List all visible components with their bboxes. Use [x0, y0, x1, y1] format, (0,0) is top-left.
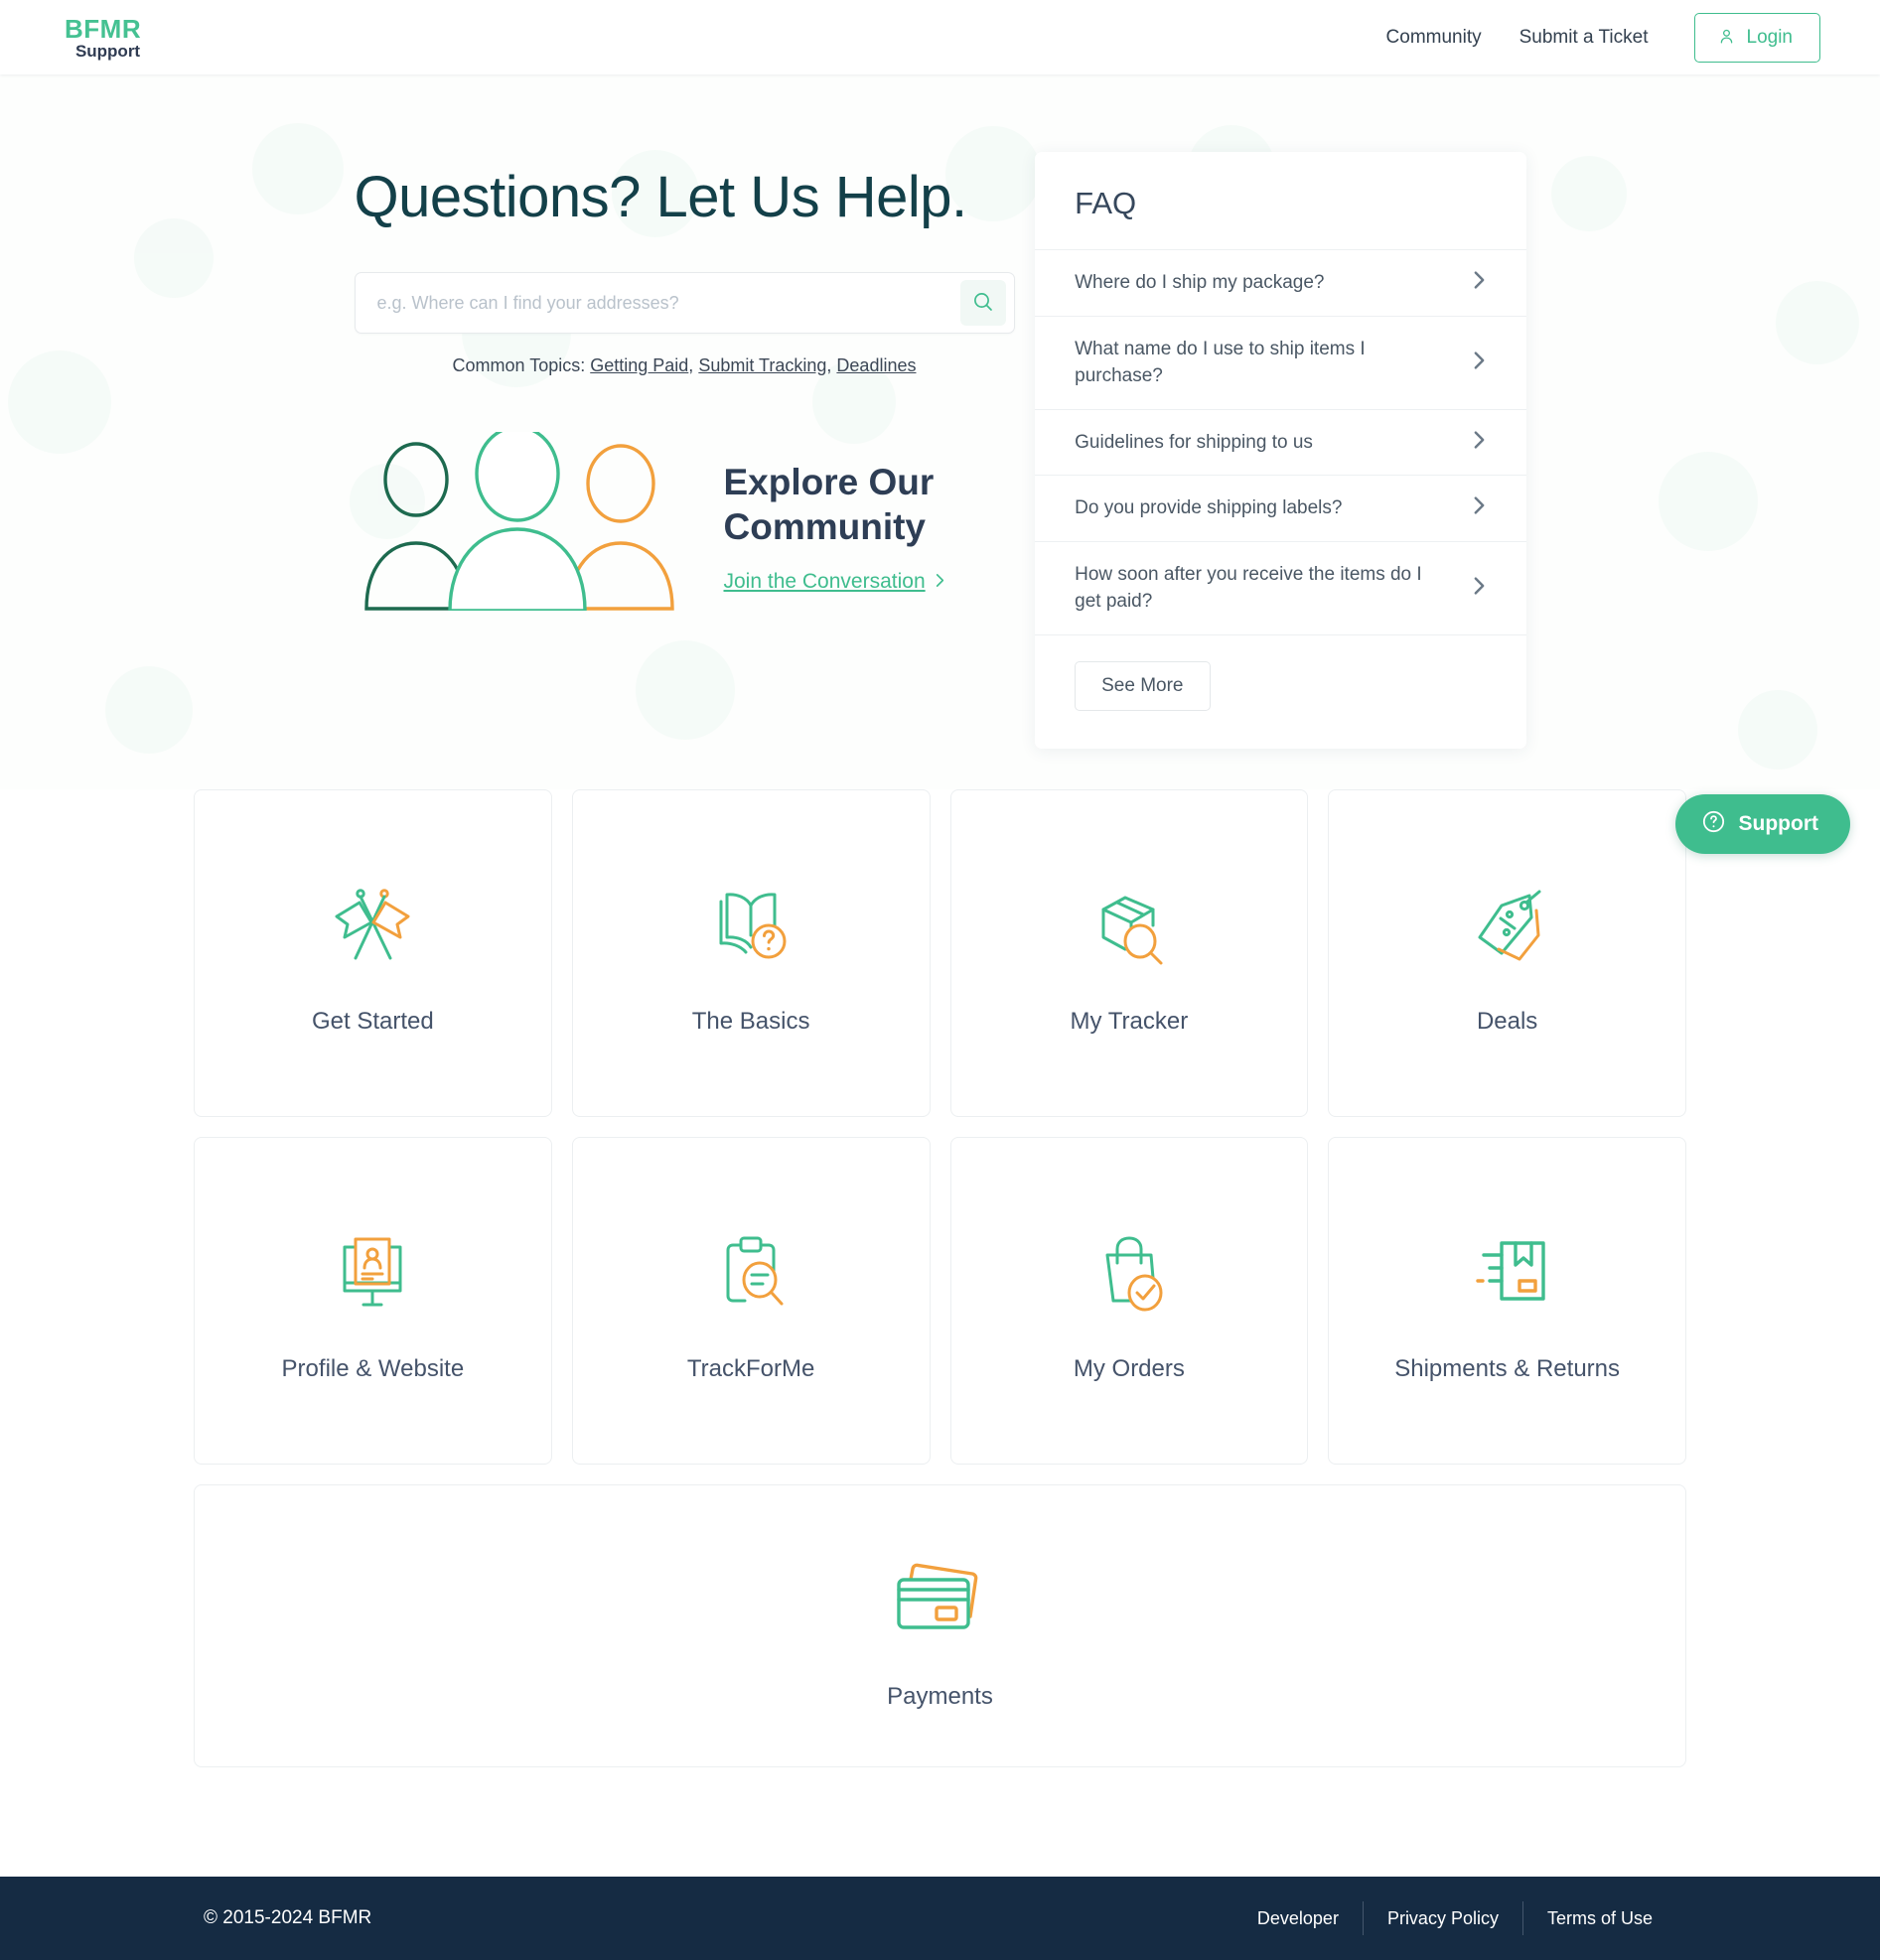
common-topic-getting-paid[interactable]: Getting Paid [590, 355, 688, 375]
category-card-get-started[interactable]: Get Started [194, 789, 552, 1117]
box-magnifier-icon [1080, 871, 1179, 980]
search-submit-button[interactable] [959, 280, 1006, 326]
search-icon [971, 290, 995, 317]
hero-left-column: Questions? Let Us Help. Common Topics: [354, 74, 1036, 749]
common-topic-submit-tracking[interactable]: Submit Tracking [698, 355, 826, 375]
nav-link-submit-a-ticket[interactable]: Submit a Ticket [1519, 27, 1649, 49]
category-card-my-orders[interactable]: My Orders [949, 1137, 1309, 1465]
chevron-right-icon [934, 570, 946, 594]
login-button[interactable]: Login [1693, 12, 1820, 63]
page-root: BFMR Support Community Submit a Ticket L… [0, 0, 1880, 1960]
page-title: Questions? Let Us Help. [354, 165, 968, 229]
search-bar [354, 272, 1015, 334]
category-card-label: My Tracker [1070, 1008, 1189, 1035]
brand-logo[interactable]: BFMR Support [65, 16, 141, 60]
common-topics: Common Topics: Getting Paid, Submit Trac… [355, 355, 1015, 376]
hero-inner: Questions? Let Us Help. Common Topics: [106, 74, 1775, 749]
category-card-shipments-returns[interactable]: Shipments & Returns [1328, 1137, 1686, 1465]
join-the-conversation-link[interactable]: Join the Conversation [724, 570, 946, 594]
footer-link-terms-of-use[interactable]: Terms of Use [1523, 1908, 1676, 1929]
join-the-conversation-label: Join the Conversation [723, 570, 926, 594]
user-icon [1717, 27, 1736, 49]
hero-section: Questions? Let Us Help. Common Topics: [0, 74, 1880, 789]
faq-question: What name do I use to ship items I purch… [1075, 338, 1366, 387]
header-nav: Community Submit a Ticket Login [1386, 12, 1820, 63]
community-block: Explore Our Community Join the Conversat… [355, 425, 1036, 616]
category-row-2: Profile & Website TrackForMe My Orders S… [194, 1137, 1686, 1465]
question-circle-icon [1701, 809, 1726, 839]
category-card-my-tracker[interactable]: My Tracker [949, 789, 1309, 1117]
category-card-label: Shipments & Returns [1394, 1355, 1621, 1382]
search-input[interactable] [376, 292, 960, 314]
faq-question: Guidelines for shipping to us [1075, 431, 1313, 453]
footer-links: Developer Privacy Policy Terms of Use [1233, 1901, 1676, 1935]
category-card-label: My Orders [1073, 1355, 1185, 1382]
category-card-label: Get Started [312, 1008, 434, 1035]
brand-logo-sub: Support [74, 41, 141, 61]
faq-header: FAQ [1035, 152, 1526, 250]
faq-item[interactable]: Guidelines for shipping to us [1035, 410, 1526, 477]
monitor-profile-icon [323, 1218, 422, 1328]
page-footer: © 2015-2024 BFMR Developer Privacy Polic… [0, 1877, 1880, 1960]
faq-title: FAQ [1075, 186, 1137, 220]
category-card-label: Profile & Website [281, 1355, 465, 1382]
faq-footer: See More [1035, 635, 1525, 749]
category-card-label: Deals [1476, 1008, 1538, 1035]
faq-question: Where do I ship my package? [1075, 272, 1325, 293]
faq-question: Do you provide shipping labels? [1075, 497, 1343, 519]
open-book-question-icon [701, 871, 800, 980]
chevron-right-icon [1472, 429, 1487, 456]
chevron-right-icon [1472, 269, 1487, 296]
nav-link-community[interactable]: Community [1386, 27, 1482, 49]
category-grid: Get Started The Basics My Tracker Deals … [0, 789, 1880, 1767]
see-more-button[interactable]: See More [1075, 660, 1211, 711]
category-row-3: Payments [194, 1484, 1686, 1767]
faq-card: FAQ Where do I ship my package? What nam… [1035, 152, 1526, 749]
category-card-trackforme[interactable]: TrackForMe [571, 1137, 931, 1465]
community-text: Explore Our Community Join the Conversat… [724, 454, 982, 594]
credit-cards-icon [885, 1542, 996, 1651]
category-card-deals[interactable]: Deals [1328, 789, 1686, 1117]
chevron-right-icon [1472, 575, 1487, 602]
common-topic-deadlines[interactable]: Deadlines [836, 355, 916, 375]
category-card-label: TrackForMe [686, 1355, 815, 1382]
crossed-flags-icon [323, 871, 422, 980]
faq-item[interactable]: Where do I ship my package? [1035, 250, 1526, 317]
footer-copyright: © 2015-2024 BFMR [204, 1907, 372, 1928]
comma-2: , [826, 355, 832, 375]
faq-item[interactable]: How soon after you receive the items do … [1035, 542, 1526, 635]
price-tag-percent-icon [1458, 871, 1557, 980]
footer-link-developer[interactable]: Developer [1233, 1908, 1363, 1929]
category-card-label: The Basics [691, 1008, 810, 1035]
category-card-label: Payments [887, 1682, 993, 1710]
community-title: Explore Our Community [723, 461, 935, 547]
category-card-profile-website[interactable]: Profile & Website [194, 1137, 552, 1465]
top-navigation-bar: BFMR Support Community Submit a Ticket L… [0, 0, 1880, 74]
category-row-1: Get Started The Basics My Tracker Deals [194, 789, 1686, 1117]
support-widget-label: Support [1738, 812, 1818, 835]
footer-link-privacy-policy[interactable]: Privacy Policy [1364, 1908, 1522, 1929]
category-card-the-basics[interactable]: The Basics [571, 789, 931, 1117]
faq-item[interactable]: Do you provide shipping labels? [1035, 476, 1526, 542]
faq-question: How soon after you receive the items do … [1075, 563, 1422, 613]
three-people-icon [355, 425, 682, 616]
comma-1: , [688, 355, 694, 375]
faq-item[interactable]: What name do I use to ship items I purch… [1035, 317, 1526, 410]
chevron-right-icon [1472, 350, 1487, 376]
package-shipping-icon [1458, 1218, 1557, 1328]
clipboard-magnifier-icon [701, 1218, 800, 1328]
login-button-label: Login [1746, 26, 1794, 48]
brand-logo-main: BFMR [65, 13, 142, 44]
shopping-bag-check-icon [1080, 1218, 1179, 1328]
support-widget-button[interactable]: Support [1674, 794, 1850, 854]
common-topics-label: Common Topics: [452, 355, 586, 375]
category-card-payments[interactable]: Payments [194, 1484, 1686, 1767]
chevron-right-icon [1472, 494, 1487, 521]
